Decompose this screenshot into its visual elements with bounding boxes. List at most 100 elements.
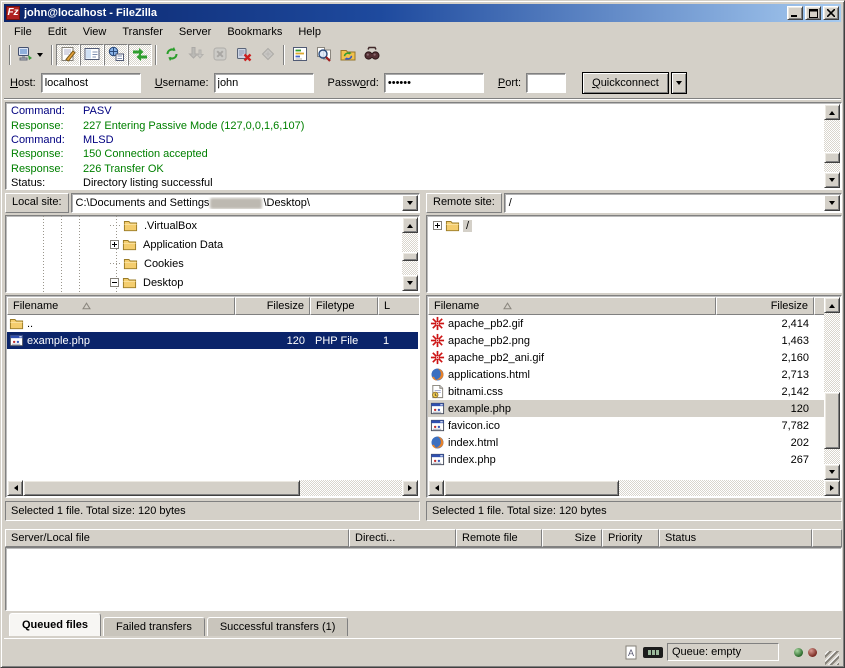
scroll-up-button[interactable]	[402, 217, 418, 233]
column-header-filesize[interactable]: Filesize	[235, 297, 310, 315]
scroll-down-button[interactable]	[402, 275, 418, 291]
scrollbar-thumb[interactable]	[402, 252, 418, 261]
compare-icon	[316, 46, 332, 65]
menu-bookmarks[interactable]: Bookmarks	[219, 23, 290, 41]
menu-view[interactable]: View	[75, 23, 115, 41]
menu-transfer[interactable]: Transfer	[114, 23, 171, 41]
file-row[interactable]: index.html202	[428, 434, 840, 451]
file-row[interactable]: example.php120PHP File1	[7, 332, 418, 349]
chevron-down-icon[interactable]	[37, 53, 43, 58]
queue-column-label: Directi...	[355, 532, 395, 544]
column-header-filesize[interactable]: Filesize	[716, 297, 814, 315]
resize-grip[interactable]	[825, 651, 839, 665]
scroll-down-button[interactable]	[824, 172, 840, 188]
menu-edit[interactable]: Edit	[40, 23, 75, 41]
quickconnect-dropdown-button[interactable]	[671, 72, 687, 94]
column-header-filetype[interactable]: Filetype	[310, 297, 378, 315]
password-input[interactable]	[384, 73, 484, 93]
local-path-dropdown-button[interactable]	[402, 195, 418, 211]
tree-item[interactable]: .VirtualBox	[6, 216, 419, 235]
collapse-toggle[interactable]	[110, 278, 119, 287]
site-manager-button[interactable]	[14, 44, 48, 66]
file-row[interactable]: applications.html2,713	[428, 366, 840, 383]
local-path-suffix: \Desktop\	[263, 197, 309, 209]
find-files-button[interactable]	[360, 44, 384, 66]
queue-column-directi[interactable]: Directi...	[349, 529, 456, 547]
scroll-up-button[interactable]	[824, 297, 840, 313]
tree-item[interactable]: Desktop	[6, 273, 419, 292]
menu-server[interactable]: Server	[171, 23, 219, 41]
menu-file[interactable]: File	[6, 23, 40, 41]
toggle-local-tree-button[interactable]	[80, 44, 104, 66]
triangle-up-icon	[829, 108, 835, 115]
queue-column-priority[interactable]: Priority	[602, 529, 659, 547]
file-cell: 2,713	[716, 369, 814, 381]
port-input[interactable]	[526, 73, 566, 93]
host-input[interactable]	[41, 73, 141, 93]
processqueue-icon	[188, 46, 204, 65]
tab-queued-files[interactable]: Queued files	[9, 613, 101, 636]
file-row[interactable]: ..	[7, 315, 418, 332]
directory-comparison-button[interactable]	[312, 44, 336, 66]
filter-button[interactable]	[288, 44, 312, 66]
file-row[interactable]: bitnami.css2,142	[428, 383, 840, 400]
tree-item[interactable]: Application Data	[6, 235, 419, 254]
remote-path-combobox[interactable]: /	[504, 193, 842, 213]
maximize-button[interactable]	[805, 6, 821, 20]
toggle-message-log-button[interactable]	[56, 44, 80, 66]
expand-toggle[interactable]	[110, 240, 119, 249]
scrollbar-thumb[interactable]	[444, 480, 619, 496]
scroll-left-button[interactable]	[428, 480, 444, 496]
refresh-button[interactable]	[160, 44, 184, 66]
queue-column-size[interactable]: Size	[542, 529, 602, 547]
file-row[interactable]: index.php267	[428, 451, 840, 468]
triangle-right-icon	[408, 485, 415, 491]
minimize-button[interactable]	[787, 6, 803, 20]
expand-toggle[interactable]	[433, 221, 442, 230]
queue-column-label: Remote file	[462, 532, 518, 544]
disconnect-button[interactable]	[232, 44, 256, 66]
tree-item[interactable]: /	[427, 216, 841, 235]
scroll-down-button[interactable]	[824, 464, 840, 480]
tab-successful-transfers[interactable]: Successful transfers (1)	[207, 617, 349, 636]
filezilla-app-icon[interactable]: Fz	[6, 6, 20, 20]
message-log-scrollbar	[824, 104, 840, 188]
queue-column-status[interactable]: Status	[659, 529, 812, 547]
file-cell: 202	[716, 437, 814, 449]
synchronized-browsing-button[interactable]	[336, 44, 360, 66]
file-row[interactable]: apache_pb2.gif2,414	[428, 315, 840, 332]
column-header-l[interactable]: L	[378, 297, 420, 315]
remote-path-dropdown-button[interactable]	[824, 195, 840, 211]
queue-column-serverlocalfile[interactable]: Server/Local file	[5, 529, 349, 547]
menu-help[interactable]: Help	[290, 23, 329, 41]
queue-column-remotefile[interactable]: Remote file	[456, 529, 542, 547]
close-button[interactable]	[823, 6, 839, 20]
scrollbar-thumb[interactable]	[23, 480, 300, 496]
column-header-filename[interactable]: Filename	[428, 297, 716, 315]
username-input[interactable]	[214, 73, 314, 93]
apache-icon	[430, 333, 445, 348]
scroll-up-button[interactable]	[824, 104, 840, 120]
file-row[interactable]: example.php120	[428, 400, 840, 417]
scrollbar-thumb[interactable]	[824, 152, 840, 162]
column-header-label: Filename	[13, 300, 58, 312]
scroll-right-button[interactable]	[824, 480, 840, 496]
scrollbar-track	[444, 480, 824, 496]
log-line: Response:226 Transfer OK	[7, 162, 823, 176]
file-row[interactable]: apache_pb2.png1,463	[428, 332, 840, 349]
scrollbar-thumb[interactable]	[824, 392, 840, 449]
scroll-left-button[interactable]	[7, 480, 23, 496]
file-cell: 1	[378, 335, 418, 347]
queue-column-filler	[812, 529, 842, 547]
toggle-transfer-queue-button[interactable]	[128, 44, 152, 66]
scroll-right-button[interactable]	[402, 480, 418, 496]
quickconnect-button[interactable]: Quickconnect	[582, 72, 669, 94]
local-path-combobox[interactable]: C:\Documents and Settings\Desktop\	[71, 193, 420, 213]
tree-item[interactable]: Cookies	[6, 254, 419, 273]
tab-failed-transfers[interactable]: Failed transfers	[103, 617, 205, 636]
column-header-filename[interactable]: Filename	[7, 297, 235, 315]
file-row[interactable]: favicon.ico7,782	[428, 417, 840, 434]
file-row[interactable]: apache_pb2_ani.gif2,160	[428, 349, 840, 366]
toggle-remote-tree-button[interactable]	[104, 44, 128, 66]
log-line: Response:227 Entering Passive Mode (127,…	[7, 118, 823, 132]
